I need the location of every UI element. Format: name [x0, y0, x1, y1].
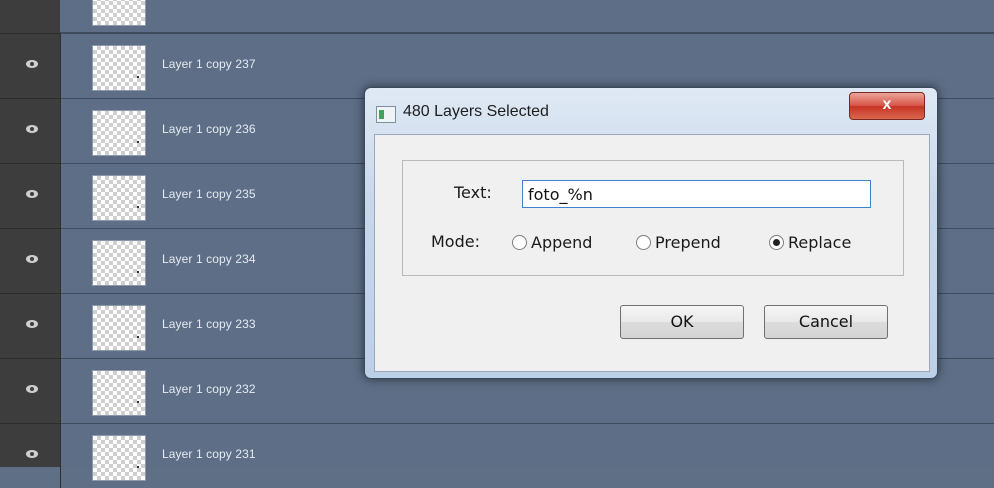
- radio-label: Prepend: [655, 232, 721, 252]
- layer-name: Layer 1 copy 233: [162, 317, 256, 331]
- options-group: Text: Mode: Append Prepend Replace: [402, 160, 904, 276]
- radio-label: Append: [531, 232, 593, 252]
- layer-name: Layer 1 copy 237: [162, 57, 256, 71]
- layer-thumbnail: [92, 110, 146, 156]
- close-icon: x: [882, 96, 892, 113]
- layer-name: Layer 1 copy 236: [162, 122, 256, 136]
- layer-row[interactable]: Layer 1 copy 231: [0, 423, 994, 488]
- text-label: Text:: [454, 183, 492, 202]
- layer-name: Layer 1 copy 231: [162, 447, 256, 461]
- layer-thumbnail: [92, 45, 146, 91]
- eye-icon[interactable]: [25, 384, 39, 394]
- radio-label: Replace: [788, 232, 852, 252]
- rename-layers-dialog: 480 Layers Selected x Text: Mode: Append…: [364, 87, 938, 379]
- layer-thumbnail: [92, 0, 146, 26]
- mode-radio-replace[interactable]: Replace: [769, 231, 851, 253]
- close-button[interactable]: x: [849, 92, 925, 120]
- layer-thumbnail: [92, 240, 146, 286]
- dialog-title: 480 Layers Selected: [403, 103, 549, 120]
- layer-thumbnail: [92, 370, 146, 416]
- layer-name: Layer 1 copy 235: [162, 187, 256, 201]
- radio-circle: [512, 234, 527, 250]
- mode-radio-prepend[interactable]: Prepend: [636, 231, 721, 253]
- layer-thumbnail: [92, 305, 146, 351]
- eye-icon[interactable]: [25, 124, 39, 134]
- layer-name: Layer 1 copy 234: [162, 252, 256, 266]
- layer-thumbnail: [92, 175, 146, 221]
- eye-icon[interactable]: [25, 319, 39, 329]
- ok-button[interactable]: OK: [620, 305, 744, 339]
- layer-row[interactable]: [0, 0, 994, 33]
- dialog-body: Text: Mode: Append Prepend Replace OK Ca…: [374, 134, 930, 372]
- layer-thumbnail: [92, 435, 146, 481]
- eye-icon[interactable]: [25, 59, 39, 69]
- eye-icon[interactable]: [25, 449, 39, 459]
- app-icon: [376, 106, 396, 123]
- cancel-button[interactable]: Cancel: [764, 305, 888, 339]
- radio-circle-selected: [769, 234, 784, 250]
- eye-icon[interactable]: [25, 254, 39, 264]
- mode-radio-append[interactable]: Append: [512, 231, 592, 253]
- eye-icon[interactable]: [25, 189, 39, 199]
- mode-label: Mode:: [431, 232, 480, 251]
- text-input[interactable]: [522, 180, 871, 208]
- layer-name: Layer 1 copy 232: [162, 382, 256, 396]
- radio-circle: [636, 234, 651, 250]
